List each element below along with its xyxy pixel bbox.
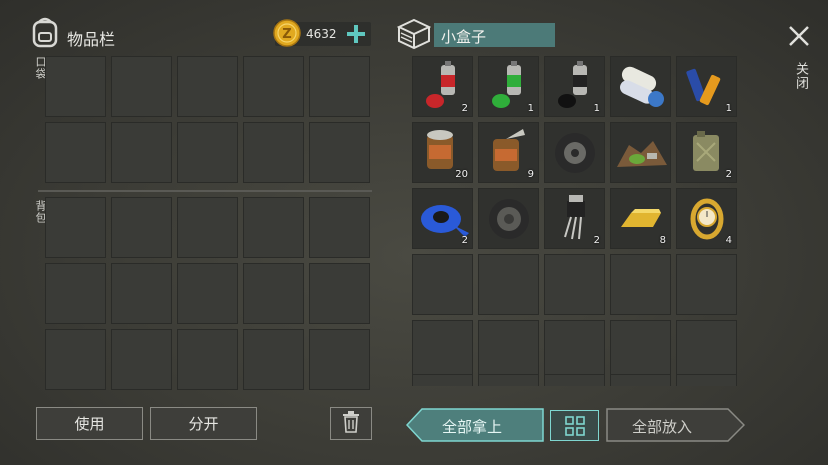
- container-slot[interactable]: [478, 374, 539, 386]
- backpack-slot[interactable]: [309, 263, 370, 324]
- put-all-button[interactable]: 全部放入: [606, 408, 745, 442]
- item-slot[interactable]: 2: [676, 122, 737, 183]
- close-icon: [787, 24, 811, 52]
- backpack-slot[interactable]: [45, 197, 106, 258]
- wheel-icon: [489, 199, 529, 239]
- item-slot[interactable]: [478, 188, 539, 249]
- pockets-grid: [45, 56, 372, 184]
- backpack-icon: [30, 16, 60, 48]
- item-count: 1: [527, 103, 534, 114]
- section-divider: [38, 190, 372, 192]
- item-slot[interactable]: 1: [478, 56, 539, 117]
- container-slot[interactable]: [610, 320, 671, 381]
- pocket-slot[interactable]: [111, 122, 172, 183]
- container-slot[interactable]: [412, 254, 473, 315]
- container-grid: 2 1 1 1 20 9 2 2 2 8 4: [412, 56, 739, 386]
- item-count: 1: [593, 103, 600, 114]
- container-slot[interactable]: [676, 254, 737, 315]
- currency-amount: 4632: [306, 27, 337, 41]
- take-all-label: 全部拿上: [442, 418, 503, 436]
- pocket-slot[interactable]: [243, 122, 304, 183]
- container-slot[interactable]: [676, 374, 737, 386]
- backpack-slot[interactable]: [177, 197, 238, 258]
- backpack-slot[interactable]: [243, 329, 304, 390]
- item-count: 1: [725, 103, 732, 114]
- backpack-slot[interactable]: [309, 197, 370, 258]
- pocket-slot[interactable]: [111, 56, 172, 117]
- grid-view-button[interactable]: [550, 410, 599, 441]
- trash-icon: [342, 410, 360, 437]
- item-count: 2: [725, 169, 732, 180]
- container-slot[interactable]: [544, 374, 605, 386]
- trash-button[interactable]: [330, 407, 372, 440]
- use-button[interactable]: 使用: [36, 407, 143, 440]
- tire-icon: [555, 133, 595, 173]
- item-slot[interactable]: 1: [676, 56, 737, 117]
- backpack-slot[interactable]: [177, 329, 238, 390]
- container-slot[interactable]: [610, 254, 671, 315]
- item-slot[interactable]: 9: [478, 122, 539, 183]
- container-slot[interactable]: [412, 374, 473, 386]
- scrap-pile-icon: [617, 141, 667, 167]
- backpack-grid: [45, 197, 372, 391]
- backpack-slot[interactable]: [177, 263, 238, 324]
- backpack-slot[interactable]: [111, 329, 172, 390]
- item-slot[interactable]: [544, 122, 605, 183]
- item-slot[interactable]: 8: [610, 188, 671, 249]
- backpack-slot[interactable]: [111, 263, 172, 324]
- container-slot[interactable]: [412, 320, 473, 381]
- coin-icon: Z: [273, 19, 301, 47]
- pocket-slot[interactable]: [177, 56, 238, 117]
- close-label: 关闭: [793, 62, 808, 90]
- backpack-slot[interactable]: [111, 197, 172, 258]
- item-slot[interactable]: 4: [676, 188, 737, 249]
- item-count: 2: [461, 103, 468, 114]
- box-icon: [396, 18, 432, 50]
- item-count: 20: [455, 169, 468, 180]
- item-slot[interactable]: [610, 122, 671, 183]
- backpack-slot[interactable]: [45, 263, 106, 324]
- item-count: 2: [593, 235, 600, 246]
- backpack-slot[interactable]: [243, 197, 304, 258]
- pocket-slot[interactable]: [243, 56, 304, 117]
- container-slot[interactable]: [676, 320, 737, 381]
- backpack-slot[interactable]: [309, 329, 370, 390]
- paper-roll-icon: [620, 66, 664, 107]
- container-title: 小盒子: [441, 28, 487, 46]
- container-slot[interactable]: [544, 254, 605, 315]
- put-all-label: 全部放入: [632, 418, 693, 436]
- inventory-title: 物品栏: [67, 30, 116, 49]
- item-count: 9: [527, 169, 534, 180]
- item-slot[interactable]: 2: [544, 188, 605, 249]
- split-button[interactable]: 分开: [150, 407, 257, 440]
- close-button[interactable]: 关闭: [782, 20, 816, 100]
- pocket-slot[interactable]: [309, 122, 370, 183]
- pocket-slot[interactable]: [177, 122, 238, 183]
- item-count: 4: [725, 235, 732, 246]
- item-slot[interactable]: 20: [412, 122, 473, 183]
- item-slot[interactable]: 1: [544, 56, 605, 117]
- backpack-slot[interactable]: [243, 263, 304, 324]
- backpack-slot[interactable]: [45, 329, 106, 390]
- pocket-slot[interactable]: [45, 56, 106, 117]
- pocket-slot[interactable]: [309, 56, 370, 117]
- item-slot[interactable]: 2: [412, 188, 473, 249]
- container-slot[interactable]: [544, 320, 605, 381]
- pocket-slot[interactable]: [45, 122, 106, 183]
- container-slot[interactable]: [478, 320, 539, 381]
- grid-view-icon: [565, 416, 585, 440]
- container-slot[interactable]: [478, 254, 539, 315]
- plus-icon[interactable]: [346, 24, 366, 44]
- item-count: 8: [659, 235, 666, 246]
- take-all-button[interactable]: 全部拿上: [406, 408, 545, 442]
- container-slot[interactable]: [610, 374, 671, 386]
- item-slot[interactable]: [610, 56, 671, 117]
- svg-text:Z: Z: [282, 27, 291, 42]
- item-slot[interactable]: 2: [412, 56, 473, 117]
- item-count: 2: [461, 235, 468, 246]
